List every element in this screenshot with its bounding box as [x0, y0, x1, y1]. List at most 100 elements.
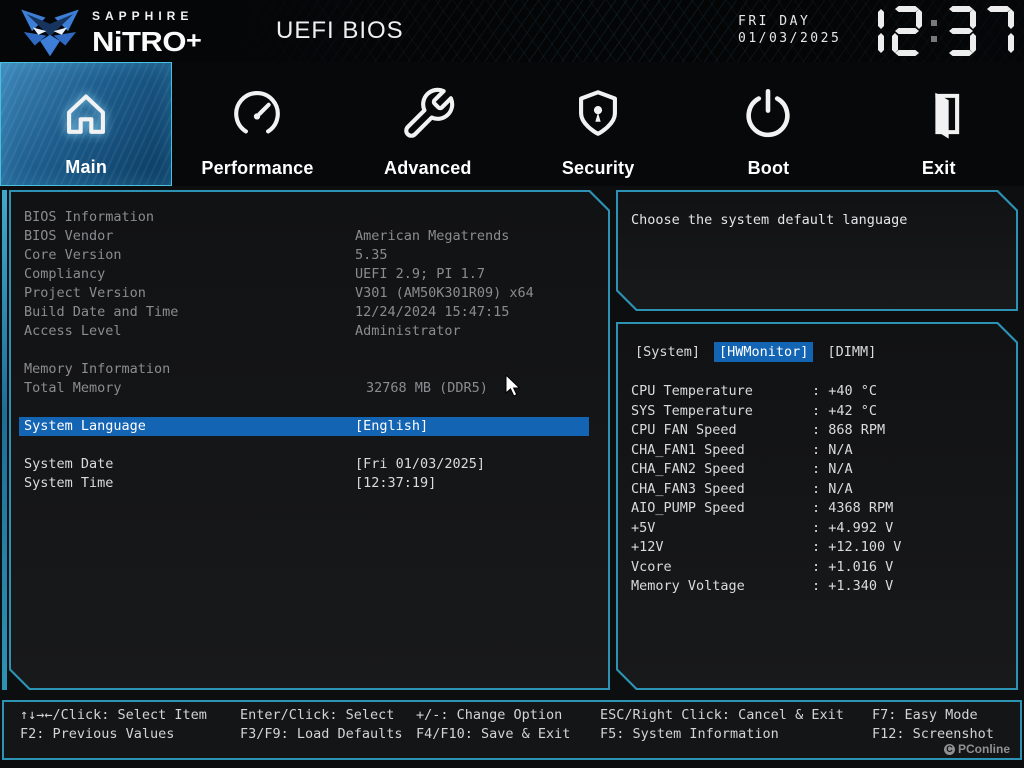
clock-digit [854, 6, 884, 56]
build-date-and-time: Build Date and Time 12/24/2024 15:47:15 [11, 303, 608, 322]
sensor-label: +12V [631, 539, 664, 555]
watermark: C PConline [943, 742, 1010, 756]
sensor-label: +5V [631, 519, 656, 536]
tab-label: Security [561, 158, 635, 178]
sensor-row-cha-fan3-speed: CHA_FAN3 Speed: N/A [618, 480, 1016, 500]
row-label: Total Memory [24, 380, 122, 396]
footer-hint: F4/F10: Save & Exit [416, 726, 571, 742]
sensor-value: +42 °C [828, 402, 878, 419]
footer-hint: F12: Screenshot [872, 726, 994, 742]
system-language-option[interactable]: System Language [English] [11, 417, 608, 436]
sensor-label: Memory Voltage [631, 578, 745, 594]
header-date: FRI DAY 01/03/2025 [738, 14, 842, 46]
uefi-bios-screen: SAPPHIRE NiTRO+ UEFI BIOS FRI DAY 01/03/2… [0, 0, 1024, 768]
brand-sapphire: SAPPHIRE [92, 9, 194, 23]
sensor-row-cpu-temperature: CPU Temperature: +40 °C [618, 382, 1016, 402]
sensor-value: N/A [828, 461, 853, 477]
sensor-row-aio-pump-speed: AIO_PUMP Speed: 4368 RPM [618, 499, 1016, 519]
tab-advanced[interactable]: Advanced [343, 62, 513, 186]
sensor-value: 868 RPM [828, 422, 886, 438]
sensor-row-5v: +5V: +4.992 V [618, 519, 1016, 539]
sensor-value: +40 °C [828, 383, 878, 399]
clock-digit [984, 6, 1014, 56]
sensor-label: AIO_PUMP Speed [631, 500, 745, 516]
row-label: Compliancy [24, 266, 106, 282]
sensor-row-12v: +12V: +12.100 V [618, 538, 1016, 558]
sensor-colon: : [812, 422, 829, 438]
footer-hint: Enter/Click: Select [240, 707, 395, 723]
sensor-label: CPU Temperature [631, 383, 753, 399]
row-label: System Time [24, 475, 114, 491]
sensor-value: +1.016 V [828, 558, 894, 575]
section-heading-bios-information: BIOS Information [11, 208, 608, 227]
shield-icon [569, 85, 627, 143]
tab-performance[interactable]: Performance [172, 62, 342, 186]
monitor-tab-hwmonitor[interactable]: [HWMonitor] [714, 342, 813, 362]
spacer-row [11, 436, 608, 455]
row-value: [English] [355, 418, 429, 434]
header-clock [854, 6, 1014, 56]
clock-digit [946, 6, 976, 56]
sensor-label: CPU FAN Speed [631, 422, 737, 438]
tab-label: Exit [921, 158, 956, 178]
sensor-value: N/A [828, 441, 853, 458]
monitor-rows: CPU Temperature: +40 °C SYS Temperature: … [618, 382, 1016, 597]
spacer-row [11, 341, 608, 360]
sensor-value: 4368 RPM [828, 500, 894, 516]
sensor-row-memory-voltage: Memory Voltage: +1.340 V [618, 577, 1016, 597]
core-version: Core Version 5.35 [11, 246, 608, 265]
hotkey-row-2: F2: Previous Values F3/F9: Load Defaults F… [20, 726, 1012, 742]
clock-colon [930, 6, 938, 56]
monitor-tab-dimm[interactable]: [DIMM] [822, 342, 881, 362]
home-icon [57, 84, 115, 142]
system-time-option[interactable]: System Time [12:37:19] [11, 474, 608, 493]
brand-nitro: NiTRO+ [92, 26, 202, 58]
sensor-colon: : [812, 500, 829, 516]
bottom-strip [0, 760, 1024, 768]
sensor-label: CHA_FAN3 Speed [631, 480, 745, 497]
row-label: System Date [24, 456, 114, 472]
sensor-colon: : [812, 578, 829, 594]
access-level: Access Level Administrator [11, 322, 608, 341]
hotkey-row-1: ↑↓→←/Click: Select Item Enter/Click: Sele… [20, 707, 1012, 723]
main-panel: BIOS Information BIOS Vendor American Mega… [9, 190, 610, 690]
hardware-monitor-panel: [System] [HWMonitor] [DIMM] CPU Temperatur… [616, 322, 1018, 690]
sensor-colon: : [812, 558, 829, 575]
row-label: BIOS Information [24, 209, 155, 225]
sensor-row-cha-fan2-speed: CHA_FAN2 Speed: N/A [618, 460, 1016, 480]
sensor-value: N/A [828, 480, 853, 497]
bios-vendor: BIOS Vendor American Megatrends [11, 227, 608, 246]
project-version: Project Version V301 (AM50K301R09) x64 [11, 284, 608, 303]
tab-security[interactable]: Security [513, 62, 683, 186]
monitor-tab-system[interactable]: [System] [630, 342, 705, 362]
tab-label: Boot [747, 158, 790, 178]
footer-hint: ESC/Right Click: Cancel & Exit [600, 707, 844, 723]
row-label: Build Date and Time [24, 304, 179, 320]
header: SAPPHIRE NiTRO+ UEFI BIOS FRI DAY 01/03/2… [0, 0, 1024, 62]
row-label: Access Level [24, 323, 122, 339]
row-label: Project Version [24, 285, 146, 301]
monitor-tabs: [System] [HWMonitor] [DIMM] [630, 342, 1016, 362]
compliancy: Compliancy UEFI 2.9; PI 1.7 [11, 265, 608, 284]
row-value: V301 (AM50K301R09) x64 [355, 285, 534, 301]
door-icon [910, 85, 968, 143]
sensor-label: CHA_FAN1 Speed [631, 441, 745, 458]
sensor-value: +12.100 V [828, 539, 902, 555]
help-panel: Choose the system default language [616, 190, 1018, 311]
row-value: 5.35 [355, 247, 388, 263]
gauge-icon [228, 85, 286, 143]
tab-boot[interactable]: Boot [683, 62, 853, 186]
pconline-logo-icon: C [943, 743, 955, 755]
system-date-option[interactable]: System Date [Fri 01/03/2025] [11, 455, 608, 474]
tab-exit[interactable]: Exit [854, 62, 1024, 186]
sensor-row-vcore: Vcore: +1.016 V [618, 558, 1016, 578]
row-value: [Fri 01/03/2025] [355, 456, 486, 472]
watermark-label: PConline [957, 742, 1010, 756]
row-value: 32768 MB (DDR5) [366, 380, 488, 396]
row-label: Core Version [24, 247, 122, 263]
tab-label: Performance [201, 158, 314, 178]
tab-main[interactable]: Main [0, 62, 173, 186]
brand-plus: + [185, 26, 202, 54]
footer-hint: F3/F9: Load Defaults [240, 726, 403, 742]
nav-tabs: Main Performance Advanced Security Boot Exit [0, 62, 1024, 186]
